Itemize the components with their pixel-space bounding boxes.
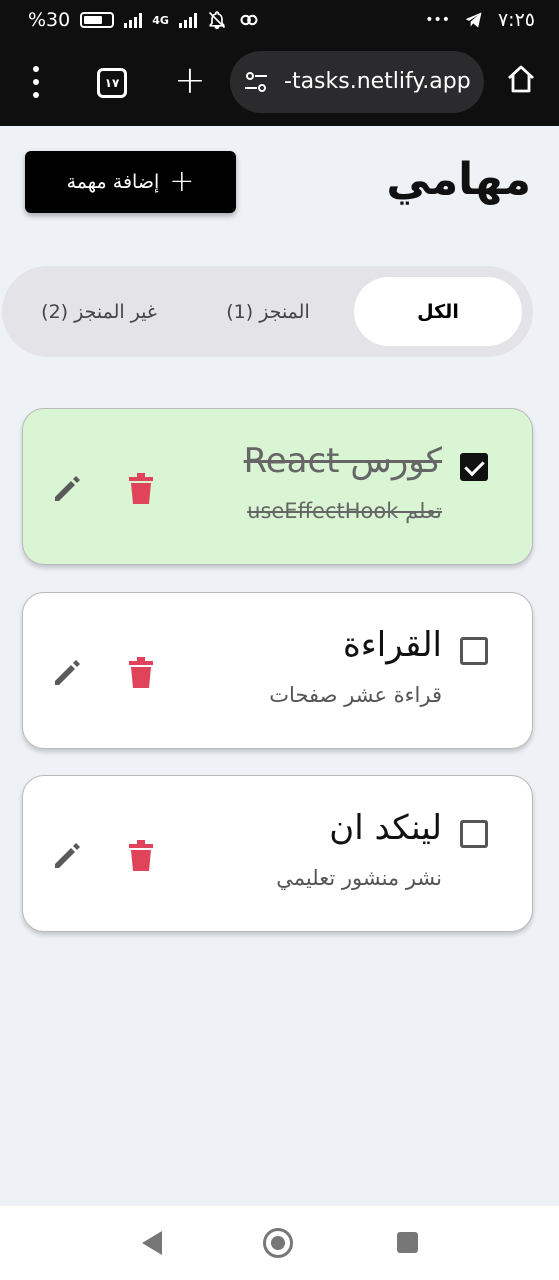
task-description: تعلم useEffectHook [247,499,442,523]
clock: ٧:٢٥ [497,9,535,31]
page-content: مهامي + إضافة مهمة الكل المنجز (1) غير ا… [0,126,559,1206]
task-checkbox[interactable] [460,453,488,481]
browser-menu-icon[interactable] [28,66,44,98]
add-task-button[interactable]: + إضافة مهمة [25,151,236,213]
network-type: 4G [152,13,169,27]
tab-not-done[interactable]: غير المنجز (2) [16,277,182,346]
task-title: كورس React [243,441,442,481]
filter-tabs: الكل المنجز (1) غير المنجز (2) [2,266,533,357]
tab-done[interactable]: المنجز (1) [190,277,346,346]
task-card: لينكد ان نشر منشور تعليمي [22,775,533,932]
delete-icon[interactable] [127,840,155,872]
telegram-icon [465,12,482,28]
more-notifications-icon: ••• [425,12,450,28]
new-tab-button[interactable]: + [174,58,206,102]
add-task-label: إضافة مهمة [66,171,160,193]
status-bar: %30 4G ••• ٧:٢٥ [0,0,559,42]
task-title: لينكد ان [329,808,442,848]
task-description: نشر منشور تعليمي [276,866,442,890]
home-icon[interactable] [506,64,536,94]
battery-percentage: %30 [28,9,71,31]
notifications-off-icon [208,11,226,30]
delete-icon[interactable] [127,657,155,689]
task-checkbox[interactable] [460,637,488,665]
task-checkbox[interactable] [460,820,488,848]
signal-2-icon [178,12,197,28]
task-card: كورس React تعلم useEffectHook [22,408,533,565]
link-icon [240,14,258,26]
tab-all[interactable]: الكل [354,277,522,346]
edit-icon[interactable] [51,473,83,505]
battery-icon [80,12,115,28]
system-navigation-bar [0,1206,559,1280]
edit-icon[interactable] [51,657,83,689]
recent-apps-icon[interactable] [397,1232,418,1253]
plus-icon: + [169,164,195,199]
edit-icon[interactable] [51,840,83,872]
url-text[interactable]: -tasks.netlify.app [284,69,471,94]
task-card: القراءة قراءة عشر صفحات [22,592,533,749]
address-bar[interactable]: -tasks.netlify.app [230,51,484,113]
tab-switcher-button[interactable]: ١٧ [97,68,127,98]
task-description: قراءة عشر صفحات [269,683,442,707]
task-title: القراءة [342,625,442,665]
delete-icon[interactable] [127,473,155,505]
signal-icon [124,12,143,28]
back-icon[interactable] [140,1230,164,1256]
browser-toolbar: ١٧ + -tasks.netlify.app [0,42,559,126]
home-button-icon[interactable] [263,1228,293,1258]
site-settings-icon[interactable] [244,71,268,93]
page-title: مهامي [386,154,531,205]
